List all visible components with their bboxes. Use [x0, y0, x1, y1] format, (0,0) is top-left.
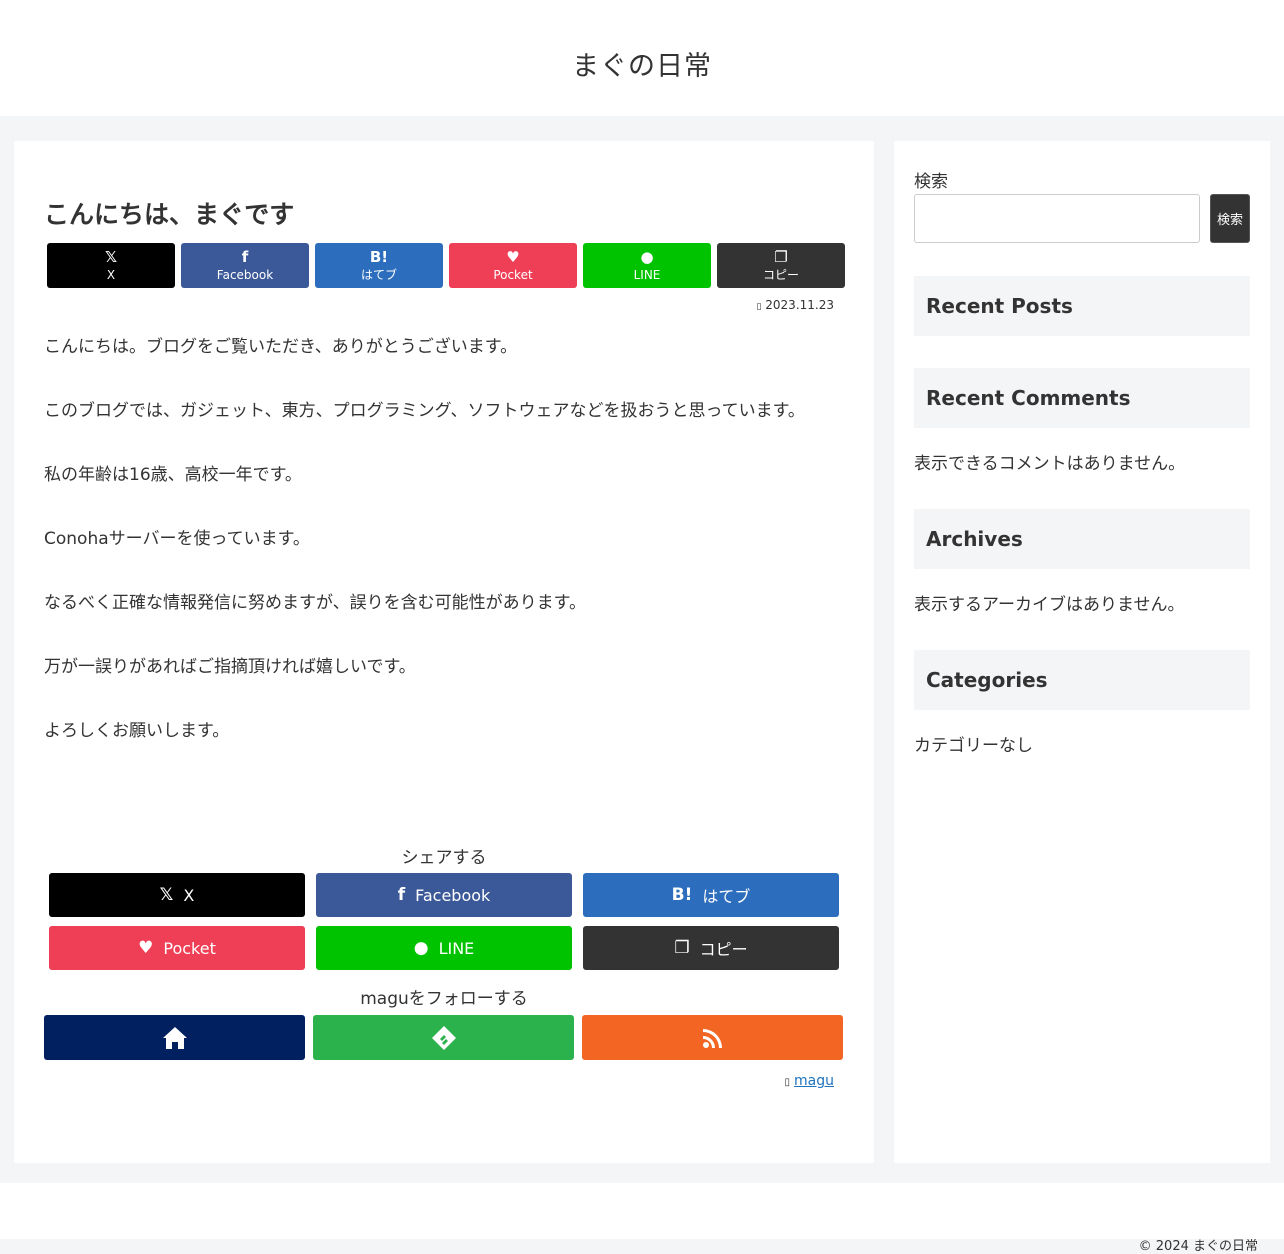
- widget-title-categories: Categories: [914, 650, 1250, 710]
- follow-home-button[interactable]: [44, 1015, 305, 1060]
- pocket-icon: ♥: [138, 938, 154, 958]
- share-button-label: コピー: [699, 940, 748, 959]
- widget-title-recent-comments: Recent Comments: [914, 368, 1250, 428]
- post-paragraph: Conohaサーバーを使っています。: [44, 529, 310, 549]
- share-bottom-line-button[interactable]: ● LINE: [316, 926, 572, 970]
- share-bottom-facebook-button[interactable]: f Facebook: [316, 873, 572, 917]
- post-paragraph: このブログでは、ガジェット、東方、プログラミング、ソフトウェアなどを扱おうと思っ…: [44, 401, 805, 421]
- share-bottom-hatena-button[interactable]: B! はてブ: [583, 873, 839, 917]
- categories-text: カテゴリーなし: [914, 736, 1033, 756]
- share-button-label: Pocket: [163, 938, 216, 958]
- share-button-label: LINE: [438, 938, 475, 958]
- clock-icon: ▯: [756, 302, 762, 312]
- home-icon: [162, 1026, 187, 1049]
- hatena-icon: B!: [671, 885, 693, 905]
- share-bottom-pocket-button[interactable]: ♥ Pocket: [49, 926, 305, 970]
- post-paragraph: なるべく正確な情報発信に努めますが、誤りを含む可能性があります。: [44, 593, 586, 613]
- share-top-pocket-button[interactable]: ♥ Pocket: [449, 243, 577, 288]
- share-buttons-bottom: 𝕏 Xf Facebook B! はてブ ♥ Pocket ● LINE ❐ コピー: [49, 873, 839, 970]
- follow-feedly-button[interactable]: [313, 1015, 574, 1060]
- main-content: こんにちは、まぐです 𝕏 Xf Facebook B! はてブ ♥ Pocket ● LINE ❐…: [14, 141, 874, 1163]
- share-bottom-label: シェアする: [401, 848, 487, 868]
- post-paragraph: 私の年齢は16歳、高校一年です。: [44, 465, 302, 485]
- post-paragraph: こんにちは。ブログをご覧いただき、ありがとうございます。: [44, 337, 518, 357]
- share-top-x-button[interactable]: 𝕏X: [47, 243, 175, 288]
- follow-label: maguをフォローする: [360, 989, 528, 1009]
- share-bottom-copy-button[interactable]: ❐ コピー: [583, 926, 839, 970]
- post-title: こんにちは、まぐです: [44, 200, 295, 229]
- share-button-label: はてブ: [702, 887, 751, 906]
- pocket-icon: ♥: [506, 248, 520, 267]
- post-paragraph: よろしくお願いします。: [44, 721, 230, 741]
- post-body: こんにちは。ブログをご覧いただき、ありがとうございます。このブログでは、ガジェッ…: [44, 331, 824, 779]
- author-link[interactable]: magu: [794, 1073, 834, 1089]
- site-footer: © 2024 まぐの日常: [0, 1183, 1284, 1254]
- post-paragraph: 万が一誤りがあればご指摘頂ければ嬉しいです。: [44, 657, 416, 677]
- x-icon: 𝕏: [104, 248, 118, 267]
- share-button-label: X: [183, 885, 195, 905]
- share-top-copy-button[interactable]: ❐ コピー: [717, 243, 845, 288]
- hatena-icon: B!: [369, 248, 389, 267]
- feedly-icon: [431, 1025, 456, 1050]
- post-date-text: 2023.11.23: [765, 298, 834, 312]
- search-button[interactable]: 検索: [1210, 194, 1250, 243]
- rss-icon: [702, 1028, 722, 1048]
- person-icon: ▯: [784, 1077, 791, 1088]
- widget-title-archives: Archives: [914, 509, 1250, 569]
- share-button-label: Pocket: [493, 268, 533, 283]
- widget-title-recent-posts: Recent Posts: [914, 276, 1250, 336]
- search-input[interactable]: [914, 194, 1200, 243]
- archives-text: 表示するアーカイブはありません。: [914, 595, 1185, 615]
- copy-icon: ❐: [774, 248, 788, 267]
- share-button-label: コピー: [762, 268, 799, 283]
- share-button-label: Facebook: [216, 268, 274, 283]
- copyright: © 2024 まぐの日常: [1138, 1239, 1258, 1254]
- facebook-icon: f: [241, 248, 249, 267]
- x-icon: 𝕏: [159, 885, 174, 905]
- line-icon: ●: [413, 938, 429, 958]
- share-button-label: はてブ: [360, 268, 397, 283]
- share-button-label: LINE: [633, 268, 661, 283]
- share-button-label: X: [106, 268, 116, 283]
- sidebar: 検索 検索 Recent Posts Recent Comments 表示できる…: [894, 141, 1270, 1163]
- share-top-line-button[interactable]: ● LINE: [583, 243, 711, 288]
- site-header: まぐの日常: [0, 0, 1284, 116]
- share-bottom-x-button[interactable]: 𝕏X: [49, 873, 305, 917]
- search-label: 検索: [914, 172, 948, 192]
- post-date: ▯ 2023.11.23: [757, 298, 835, 312]
- share-button-label: Facebook: [415, 885, 491, 905]
- facebook-icon: f: [397, 885, 406, 905]
- copy-icon: ❐: [674, 938, 690, 958]
- line-icon: ●: [640, 248, 654, 267]
- follow-buttons: [44, 1015, 843, 1060]
- follow-rss-button[interactable]: [582, 1015, 843, 1060]
- recent-comments-text: 表示できるコメントはありません。: [914, 454, 1186, 474]
- site-title[interactable]: まぐの日常: [572, 44, 712, 83]
- share-top-hatena-button[interactable]: B! はてブ: [315, 243, 443, 288]
- share-top-facebook-button[interactable]: f Facebook: [181, 243, 309, 288]
- share-buttons-top: 𝕏 Xf Facebook B! はてブ ♥ Pocket ● LINE ❐ コピー: [47, 243, 845, 288]
- author-link-wrap: ▯ magu: [785, 1073, 835, 1089]
